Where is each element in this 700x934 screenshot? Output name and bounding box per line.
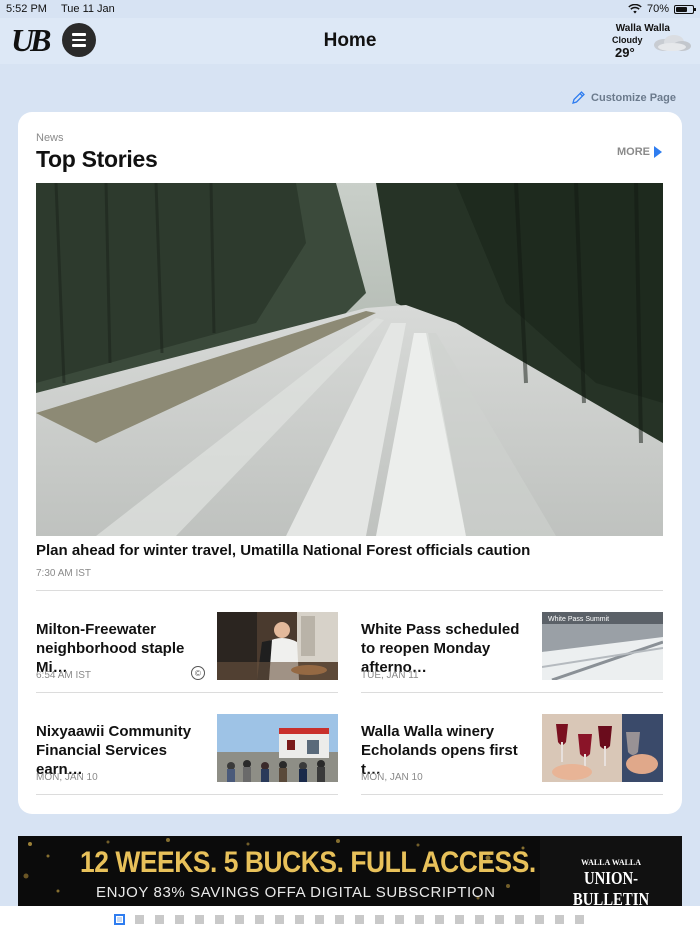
page-dot[interactable] [114,914,125,925]
hero-story-image[interactable] [36,183,663,536]
story-thumbnail [542,714,663,782]
page-dot[interactable] [415,915,424,924]
page-dot[interactable] [455,915,464,924]
page-dot[interactable] [435,915,444,924]
story-card[interactable]: Walla Walla winery Echolands opens first… [361,714,663,794]
pencil-icon [572,91,585,104]
page-dot[interactable] [475,915,484,924]
section-title: Top Stories [36,146,158,172]
page-dot[interactable] [375,915,384,924]
copyright-icon: © [191,666,205,680]
subscription-ad-banner[interactable]: 12 WEEKS. 5 BUCKS. FULL ACCESS. ENJOY 83… [18,836,682,906]
page-dot[interactable] [295,915,304,924]
wifi-icon [628,4,642,14]
page-dot[interactable] [495,915,504,924]
page-dot[interactable] [575,915,584,924]
page-dot[interactable] [535,915,544,924]
story-card[interactable]: Nixyaawii Community Financial Services e… [36,714,338,794]
divider [361,692,663,693]
ad-brand-small: WALLA WALLA [580,858,642,867]
divider [36,590,663,591]
weather-widget[interactable]: Walla Walla Cloudy 29° [612,22,692,62]
page-dot[interactable] [315,915,324,924]
story-title: White Pass scheduled to reopen Monday af… [361,621,520,676]
page-dot[interactable] [355,915,364,924]
page-dot[interactable] [175,915,184,924]
page-dot[interactable] [255,915,264,924]
page-indicator[interactable] [0,906,700,934]
story-title: Walla Walla winery Echolands opens first… [361,723,518,778]
thumbnail-caption: White Pass Summit [548,616,609,623]
page-dot[interactable] [555,915,564,924]
story-card[interactable]: White Pass scheduled to reopen Monday af… [361,612,663,692]
page-dot[interactable] [515,915,524,924]
page-dot[interactable] [215,915,224,924]
weather-condition: Cloudy [612,35,643,45]
story-time: MON, JAN 10 [361,772,423,783]
story-title: Nixyaawii Community Financial Services e… [36,723,192,778]
divider [36,794,338,795]
story-thumbnail: White Pass Summit [542,612,663,680]
hero-story-time: 7:30 AM IST [36,568,92,579]
story-card[interactable]: Milton-Freewater neighborhood staple Mi…… [36,612,338,692]
story-thumbnail [217,612,338,680]
page-dot[interactable] [395,915,404,924]
ad-subline: ENJOY 83% SAVINGS OFFA DIGITAL SUBSCRIPT… [96,884,496,901]
more-button[interactable]: MORE [617,146,662,158]
story-time: TUE, JAN 11 [361,670,419,681]
page-dot[interactable] [135,915,144,924]
page-title: Home [323,30,377,51]
section-label: News [36,132,64,144]
battery-percent: 70% [646,3,669,15]
more-label: MORE [617,146,650,158]
ad-headline: 12 WEEKS. 5 BUCKS. FULL ACCESS. [80,846,536,879]
top-nav-bar: UB Home Walla Walla Cloudy 29° [0,18,700,64]
story-title: Milton-Freewater neighborhood staple Mi… [36,621,185,676]
top-stories-card: News Top Stories MORE Plan ahead for win… [18,112,682,814]
status-bar: 5:52 PM Tue 11 Jan 70% [0,0,700,18]
weather-temperature: 29° [615,45,635,60]
story-time: MON, JAN 10 [36,772,98,783]
divider [36,692,338,693]
status-date: Tue 11 Jan [60,3,115,15]
hero-story-title[interactable]: Plan ahead for winter travel, Umatilla N… [36,542,530,559]
page-dot[interactable] [195,915,204,924]
cloud-icon [654,35,691,51]
page-dot[interactable] [155,915,164,924]
weather-city: Walla Walla [615,23,670,34]
story-time: 6:54 AM IST [36,670,92,681]
customize-label: Customize Page [591,91,676,104]
page-dot[interactable] [275,915,284,924]
ad-brand-logo: UNION-BULLETIN [572,868,650,906]
status-time: 5:52 PM [6,3,47,15]
play-arrow-icon [654,146,662,158]
page-dot[interactable] [235,915,244,924]
customize-page-link[interactable]: Customize Page [571,90,676,105]
page-dot[interactable] [335,915,344,924]
battery-icon [674,4,696,14]
divider [361,794,663,795]
status-right: 70% [628,3,696,15]
story-thumbnail [217,714,338,782]
